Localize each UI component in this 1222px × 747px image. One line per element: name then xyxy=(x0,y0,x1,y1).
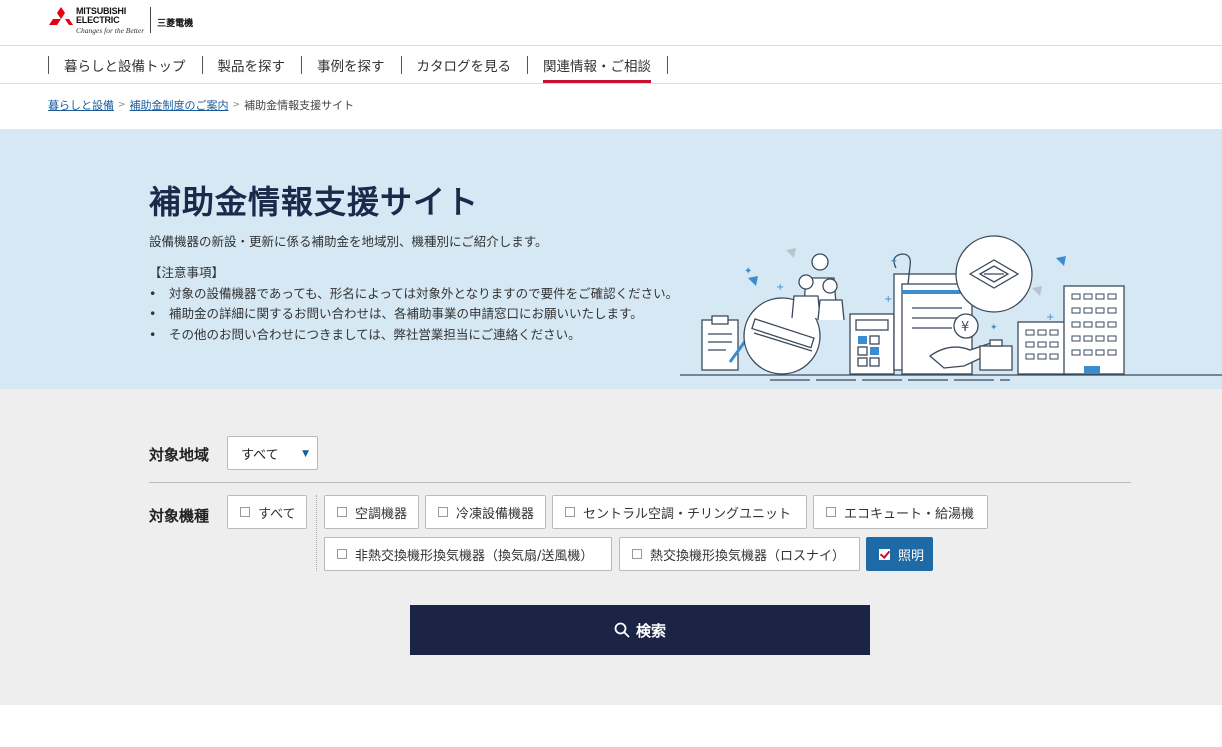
type-option-label: すべて xyxy=(258,506,296,522)
search-panel: 対象地域 すべて ▼ 対象機種 すべて 空調機器 冷凍設備機器 セントラル空調・… xyxy=(0,389,1222,705)
global-nav: 暮らしと設備トップ 製品を探す 事例を探す カタログを見る 関連情報・ご相談 xyxy=(0,46,1222,84)
page-title: 補助金情報支援サイト xyxy=(149,183,480,221)
type-label: 対象機種 xyxy=(149,507,210,525)
breadcrumb-separator: > xyxy=(118,99,126,110)
region-label: 対象地域 xyxy=(149,446,210,464)
svg-text:✦: ✦ xyxy=(890,257,898,267)
type-option-lighting[interactable]: 照明 xyxy=(866,537,933,571)
checkbox-checked-icon xyxy=(879,548,890,560)
type-option-label: セントラル空調・チリングユニット xyxy=(583,506,792,522)
checkbox-icon xyxy=(565,507,575,517)
clipboard-icon xyxy=(701,315,748,371)
checkbox-icon xyxy=(826,507,836,517)
type-option-label: 冷凍設備機器 xyxy=(456,506,535,522)
chevron-down-icon: ▼ xyxy=(302,449,309,459)
checkbox-icon xyxy=(632,549,642,559)
section-divider xyxy=(149,482,1131,483)
nav-item-cases[interactable]: 事例を探す xyxy=(301,46,401,83)
svg-text:+: + xyxy=(884,294,892,305)
notice-block: 【注意事項】 対象の設備機器であっても、形名によっては対象外となりますので要件を… xyxy=(149,263,678,345)
notice-list: 対象の設備機器であっても、形名によっては対象外となりますので要件をご確認ください… xyxy=(149,284,678,346)
region-select-value: すべて xyxy=(241,447,279,463)
type-option-lossnay[interactable]: 熱交換機形換気機器（ロスナイ） xyxy=(619,537,860,571)
type-option-label: エコキュート・給湯機 xyxy=(844,506,975,522)
search-button-label: 検索 xyxy=(635,621,666,640)
type-option-aircon[interactable]: 空調機器 xyxy=(324,495,419,529)
type-option-all[interactable]: すべて xyxy=(227,495,307,529)
notice-item: 補助金の詳細に関するお問い合わせは、各補助事業の申請窓口にお願いいたします。 xyxy=(149,304,678,325)
people-icon xyxy=(791,253,845,321)
calculator-icon xyxy=(849,313,895,375)
nav-item-related-info[interactable]: 関連情報・ご相談 xyxy=(527,46,667,83)
type-option-label: 照明 xyxy=(898,548,925,564)
dotted-divider xyxy=(316,495,317,571)
hero-banner: 補助金情報支援サイト 設備機器の新設・更新に係る補助金を地域別、機種別にご紹介し… xyxy=(0,129,1222,389)
checkbox-icon xyxy=(337,507,347,517)
svg-text:+: + xyxy=(776,282,784,293)
search-button[interactable]: 検索 xyxy=(410,605,870,655)
hero-illustration: ¥ ✦ + + + ✦ ✦ xyxy=(680,235,1222,381)
type-option-central-aircon[interactable]: セントラル空調・チリングユニット xyxy=(552,495,807,529)
svg-text:✦: ✦ xyxy=(990,323,998,333)
three-diamonds-icon xyxy=(48,7,74,31)
logo-separator xyxy=(150,7,152,33)
notice-item: その他のお問い合わせにつきましては、弊社営業担当にご連絡ください。 xyxy=(149,325,678,346)
breadcrumb-current: 補助金情報支援サイト xyxy=(244,98,355,112)
notice-item: 対象の設備機器であっても、形名によっては対象外となりますので要件をご確認ください… xyxy=(149,284,678,305)
nav-item-catalog[interactable]: カタログを見る xyxy=(400,46,528,83)
svg-text:+: + xyxy=(1046,312,1054,323)
svg-text:✦: ✦ xyxy=(744,266,752,277)
type-option-non-heat-exchange-vent[interactable]: 非熱交換機形換気機器（換気扇/送風機） xyxy=(324,537,612,571)
notice-heading: 【注意事項】 xyxy=(149,265,225,280)
checkbox-icon xyxy=(240,507,250,517)
building-icon xyxy=(1017,285,1125,375)
region-select[interactable]: すべて ▼ xyxy=(227,436,318,470)
site-header: MITSUBISHI ELECTRIC Changes for the Bett… xyxy=(0,0,1222,46)
mitsubishi-logo[interactable]: MITSUBISHI ELECTRIC Changes for the Bett… xyxy=(48,7,193,35)
logo-text-line2: ELECTRIC xyxy=(76,15,120,25)
type-option-label: 空調機器 xyxy=(355,506,408,522)
nav-item-products[interactable]: 製品を探す xyxy=(201,46,302,83)
nav-item-home[interactable]: 暮らしと設備トップ xyxy=(48,46,202,83)
logo-tagline: Changes for the Better xyxy=(76,26,145,35)
breadcrumb-separator: > xyxy=(232,99,241,110)
checkbox-icon xyxy=(438,507,448,517)
breadcrumb-link-home[interactable]: 暮らしと設備 xyxy=(48,97,114,113)
logo-jp-text: 三菱電機 xyxy=(157,19,194,29)
breadcrumb-link-subsidy[interactable]: 補助金制度のご案内 xyxy=(130,97,229,113)
type-option-refrigeration[interactable]: 冷凍設備機器 xyxy=(425,495,546,529)
ceiling-ac-icon xyxy=(955,235,1033,313)
hero-description: 設備機器の新設・更新に係る補助金を地域別、機種別にご紹介します。 xyxy=(149,234,548,249)
svg-text:¥: ¥ xyxy=(961,320,969,335)
checkbox-icon xyxy=(337,549,347,559)
breadcrumb: 暮らしと設備 > 補助金制度のご案内 > 補助金情報支援サイト xyxy=(0,84,1222,129)
type-option-label: 熱交換機形換気機器（ロスナイ） xyxy=(650,548,846,564)
nav-divider xyxy=(667,46,668,83)
search-icon xyxy=(614,622,630,638)
type-option-label: 非熱交換機形換気機器（換気扇/送風機） xyxy=(355,548,594,564)
type-option-ecocute[interactable]: エコキュート・給湯機 xyxy=(813,495,988,529)
